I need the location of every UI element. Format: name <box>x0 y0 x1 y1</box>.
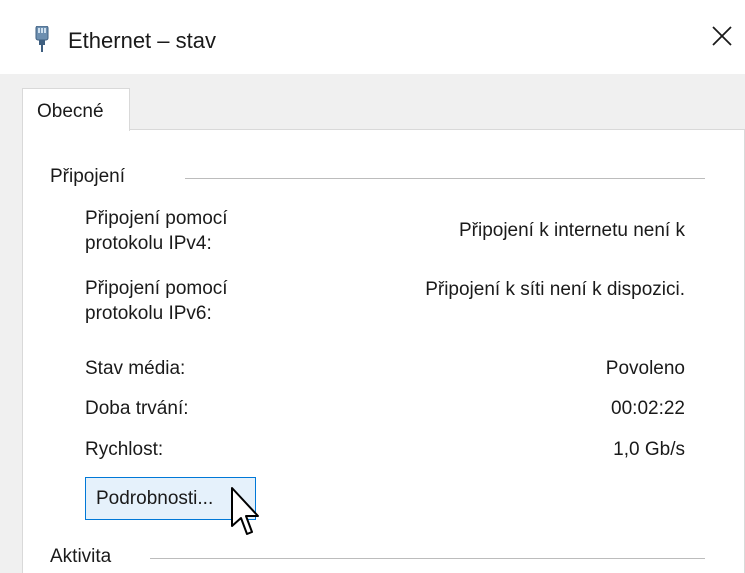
title-bar: Ethernet – stav <box>0 0 745 74</box>
details-button-label: Podrobnosti... <box>96 487 214 509</box>
duration-value: 00:02:22 <box>611 398 685 419</box>
connection-group-title: Připojení <box>50 166 135 188</box>
ipv6-label: Připojení pomocí protokolu IPv6: <box>85 276 228 326</box>
ipv6-value: Připojení k síti není k dispozici. <box>425 279 685 300</box>
speed-value: 1,0 Gb/s <box>613 439 685 460</box>
activity-group-divider <box>150 558 705 559</box>
tab-general[interactable]: Obecné <box>22 88 130 131</box>
duration-label: Doba trvání: <box>85 398 189 419</box>
details-button[interactable]: Podrobnosti... <box>85 477 256 520</box>
close-x-icon <box>712 26 732 46</box>
ipv4-label-line1: Připojení pomocí <box>85 208 228 229</box>
ipv6-label-line2: protokolu IPv6: <box>85 303 212 324</box>
ipv4-label-line2: protokolu IPv4: <box>85 233 212 254</box>
ipv4-value: Připojení k internetu není k <box>458 220 685 241</box>
media-state-value: Povoleno <box>605 358 685 379</box>
media-state-label: Stav média: <box>85 358 186 379</box>
ipv6-label-line1: Připojení pomocí <box>85 278 228 299</box>
window-title: Ethernet – stav <box>68 28 216 53</box>
tab-strip: Obecné <box>0 74 745 131</box>
close-button[interactable] <box>699 14 745 58</box>
ipv4-label: Připojení pomocí protokolu IPv4: <box>85 206 228 256</box>
connection-group-divider <box>185 178 705 179</box>
speed-label: Rychlost: <box>85 439 164 460</box>
ethernet-plug-icon <box>35 26 49 52</box>
activity-group-title: Aktivita <box>50 546 122 568</box>
ethernet-status-dialog: Ethernet – stav Obecné Připojení Připoje… <box>0 0 745 573</box>
